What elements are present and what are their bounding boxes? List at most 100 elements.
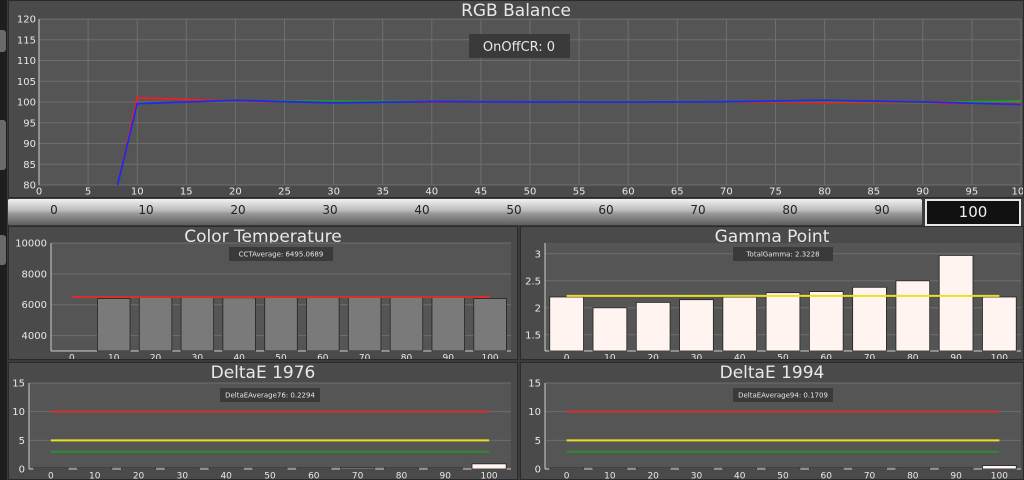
x-tick-label: 0 [564,354,570,361]
bar [340,467,376,470]
bar [164,467,200,470]
x-tick-label: 0 [69,354,75,361]
y-tick-label: 4000 [22,331,47,342]
bar [121,467,157,470]
bar [938,255,974,352]
x-tick-label: 90 [950,472,962,480]
x-tick-label: 50 [524,187,537,198]
y-tick-label: 15 [12,379,25,390]
x-tick-label: 100 [480,472,497,480]
bar [635,467,671,470]
annotation-label: TotalGamma: 2.3228 [745,251,819,259]
bar [306,297,340,352]
y-tick-label: 120 [17,15,36,26]
y-tick-label: 3 [535,249,541,260]
bar [471,463,507,470]
y-tick-label: 6000 [22,300,47,311]
x-tick-label: 10 [604,354,616,361]
y-tick-label: 115 [17,35,36,46]
bar [347,297,382,352]
x-tick-label: 20 [647,472,659,480]
x-tick-label: 100 [991,354,1008,361]
x-tick-label: 10 [89,472,101,480]
bar [97,298,131,352]
x-tick-label: 40 [425,187,438,198]
annotation-label: DeltaEAverage94: 0.1709 [738,392,828,400]
x-tick-label: 90 [950,354,962,361]
sidebar-tab[interactable] [0,120,6,170]
y-tick-label: 2 [535,303,541,314]
x-tick-label: 55 [573,187,586,198]
y-tick-label: 5 [535,436,541,447]
slider-value-box[interactable]: 100 [925,199,1021,226]
x-tick-label: 40 [734,354,746,361]
bar [808,291,844,352]
y-tick-label: 95 [23,118,36,129]
y-tick-label: 100 [17,98,36,109]
x-tick-label: 45 [475,187,488,198]
y-tick-label: 105 [17,77,36,88]
bar [138,296,173,352]
x-tick-label: 50 [275,354,287,361]
left-sidebar [0,0,7,480]
sidebar-tab[interactable] [0,235,6,265]
bar [592,467,628,470]
x-tick-label: 80 [907,472,919,480]
x-tick-label: 5 [85,187,91,198]
x-tick-label: 20 [229,187,242,198]
rgb-balance-panel: RGB Balance 80 85 90 95 100 105 110 115 120 0 5 10 1… [8,0,1024,198]
slider-tick-label: 50 [506,203,522,217]
x-tick-label: 0 [48,472,54,480]
bar [389,296,424,352]
x-tick-label: 70 [864,354,876,361]
x-tick-label: 90 [443,354,455,361]
x-tick-label: 50 [264,472,276,480]
x-tick-label: 80 [818,187,831,198]
bar [635,302,671,352]
x-tick-label: 60 [308,472,320,480]
bar [252,467,288,470]
x-tick-label: 30 [192,354,204,361]
bar [222,297,256,352]
slider-tick-label: 90 [874,203,890,217]
x-tick-label: 95 [966,187,979,198]
x-tick-label: 10 [604,472,616,480]
bar [765,467,801,470]
y-tick-label: 8000 [22,269,47,280]
x-tick-label: 80 [401,354,413,361]
x-tick-label: 40 [734,472,746,480]
x-tick-label: 70 [864,472,876,480]
x-tick-label: 0 [564,472,570,480]
x-tick-label: 60 [821,472,833,480]
y-tick-label: 1.5 [525,330,541,341]
bar [722,296,758,352]
sidebar-tab[interactable] [0,30,6,52]
bar [383,467,419,470]
bar [427,467,463,470]
annotation-label: CCTAverage: 6495.0689 [239,251,324,259]
annotation-label: DeltaEAverage76: 0.2294 [225,392,315,400]
y-tick-label: 110 [17,56,36,67]
x-tick-label: 85 [867,187,880,198]
level-slider[interactable]: 0 10 20 30 40 50 60 70 80 90 [8,199,922,225]
slider-tick-label: 80 [782,203,798,217]
y-tick-label: 0 [19,465,25,476]
bar [679,299,714,352]
bar [77,467,113,470]
x-tick-label: 15 [180,187,193,198]
deltae-1994-chart: 0 5 10 15 0 10 20 30 40 50 60 70 80 90 100 DeltaEAverag… [528,379,1021,480]
x-tick-label: 40 [233,354,245,361]
x-tick-label: 25 [278,187,291,198]
x-tick-label: 90 [440,472,452,480]
x-tick-label: 20 [647,354,659,361]
bar [895,467,931,470]
x-tick-label: 70 [352,472,364,480]
bar [180,297,215,352]
x-tick-label: 80 [396,472,408,480]
color-temperature-chart: 4000 6000 8000 10000 0 10 20 30 40 50 60 70 80 90 100 C… [15,239,511,361]
bar [264,296,298,352]
bar [808,467,844,470]
x-tick-label: 80 [907,354,919,361]
y-tick-label: 5 [19,436,25,447]
x-tick-label: 70 [720,187,733,198]
